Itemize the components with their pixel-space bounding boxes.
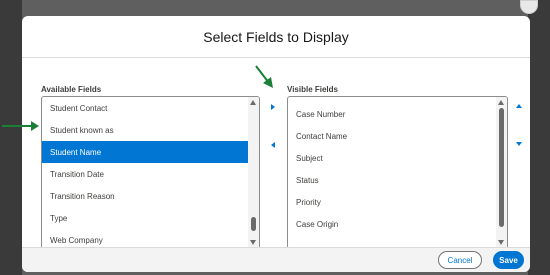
green-arrow-icon <box>2 121 39 131</box>
green-arrow-icon <box>255 65 273 88</box>
annotation-overlay <box>2 65 273 131</box>
